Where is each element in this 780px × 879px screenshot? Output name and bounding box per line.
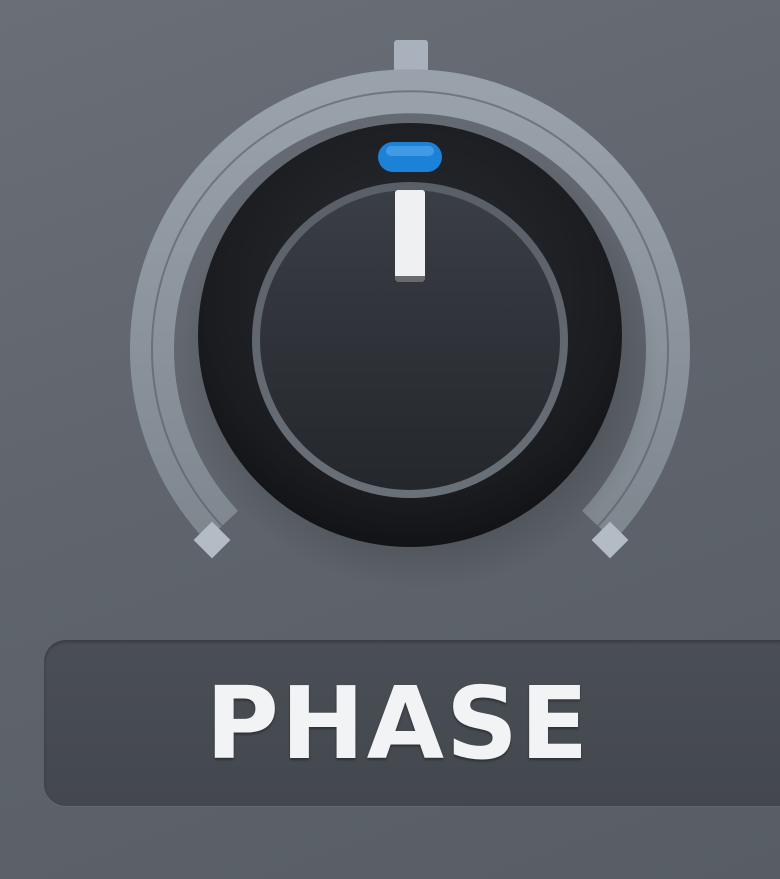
knob-graphic bbox=[130, 40, 690, 590]
knob-label: PHASE bbox=[44, 640, 780, 806]
top-tick-marker bbox=[394, 40, 428, 72]
knob-label-text: PHASE bbox=[205, 664, 591, 782]
phase-knob-control[interactable] bbox=[0, 0, 780, 640]
knob-pointer bbox=[395, 190, 425, 282]
